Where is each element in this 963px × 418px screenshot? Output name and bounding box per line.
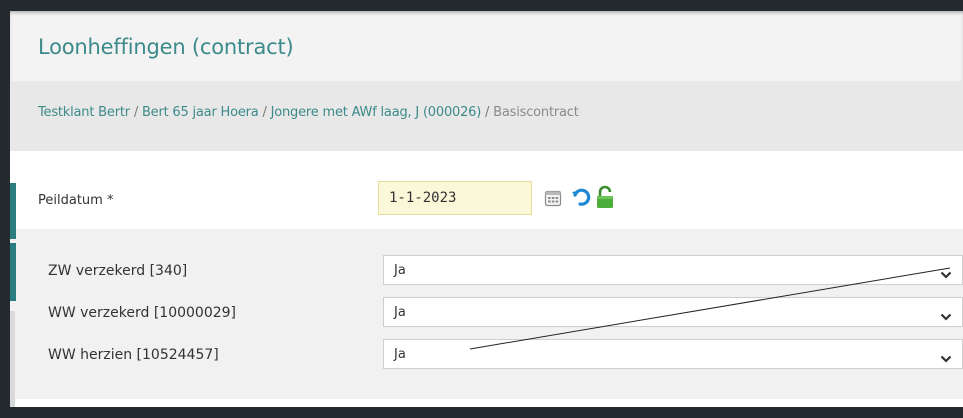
ww-herzien-select[interactable]: Ja [383, 339, 963, 369]
left-accent-bar [10, 183, 16, 239]
ww-verzekerd-value: Ja [394, 305, 406, 320]
breadcrumb-group[interactable]: Jongere met AWf laag, J (000026) [271, 105, 482, 120]
peildatum-section: Peildatum * [10, 151, 963, 229]
breadcrumb-separator: / [129, 105, 142, 120]
zw-verzekerd-label: ZW verzekerd [340] [48, 263, 188, 279]
breadcrumb-client[interactable]: Testklant Bertr [38, 105, 130, 120]
breadcrumb-contract: Basiscontract [493, 105, 579, 120]
breadcrumb-separator: / [258, 105, 271, 120]
contract-panel: Loonheffingen (contract) Testklant Bertr… [10, 11, 963, 407]
calendar-icon[interactable] [544, 189, 562, 211]
ww-verzekerd-select[interactable]: Ja [383, 297, 963, 327]
breadcrumb-bar: Testklant Bertr / Bert 65 jaar Hoera / J… [10, 81, 963, 151]
left-accent-bar [10, 243, 16, 301]
title-bar: Loonheffingen (contract) [10, 11, 963, 81]
breadcrumb-separator: / [481, 105, 494, 120]
page-title: Loonheffingen (contract) [38, 35, 294, 59]
ww-herzien-value: Ja [394, 347, 406, 362]
unlock-icon[interactable] [595, 185, 615, 213]
peildatum-label: Peildatum * [38, 193, 114, 208]
ww-verzekerd-label: WW verzekerd [10000029] [48, 305, 237, 321]
chevron-down-icon [940, 349, 952, 368]
zw-verzekerd-select[interactable]: Ja [383, 255, 963, 285]
peildatum-input[interactable] [378, 181, 532, 215]
ww-herzien-label: WW herzien [10524457] [48, 347, 219, 363]
breadcrumb: Testklant Bertr / Bert 65 jaar Hoera / J… [38, 105, 579, 120]
reset-icon[interactable] [571, 186, 593, 212]
chevron-down-icon [940, 307, 952, 326]
zw-verzekerd-value: Ja [394, 263, 406, 278]
chevron-down-icon [940, 265, 952, 284]
breadcrumb-employee[interactable]: Bert 65 jaar Hoera [142, 105, 259, 120]
left-accent-bar [10, 311, 15, 407]
insurance-fields: ZW verzekerd [340] Ja WW verzekerd [1000… [10, 229, 963, 399]
